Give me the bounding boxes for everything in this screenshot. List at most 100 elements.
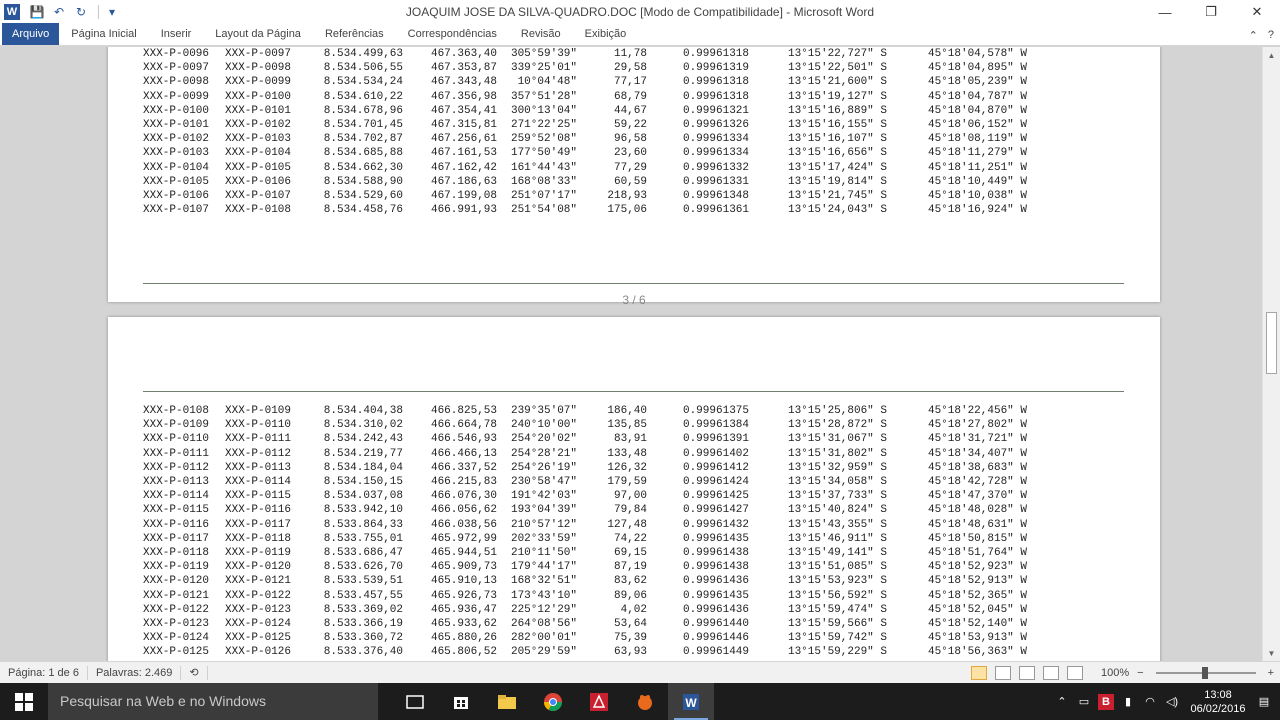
bitdefender-icon[interactable]: B [1098,693,1114,710]
coordinates-table-page-4: XXX-P-0108 XXX-P-0109 8.534.404,38 466.825,… [143,404,1027,660]
tab-layout-da-pagina[interactable]: Layout da Página [203,23,313,45]
zoom-in-icon[interactable]: + [1268,667,1274,679]
web-layout-view-button[interactable] [1018,666,1035,680]
table-cell: 305°59'39" [510,48,577,60]
tab-referencias[interactable]: Referências [313,23,396,45]
table-cell: 179,59 [607,476,647,489]
file-explorer-icon[interactable] [484,683,530,720]
word-count[interactable]: Palavras: 2.469 [88,665,182,680]
table-cell: 0.99961321 [682,104,749,117]
table-cell: 254°28'21" [510,447,577,460]
word-taskbar-icon[interactable]: W [668,683,714,720]
table-cell: 0.99961332 [682,161,749,174]
table-cell: 8.534.404,38 [323,405,403,417]
action-center-icon[interactable]: ▤ [1256,694,1272,710]
outline-view-button[interactable] [1042,666,1059,680]
save-icon[interactable]: 💾 [28,3,46,21]
task-view-icon[interactable] [392,683,438,720]
table-cell: 465.909,73 [430,561,497,574]
word-app-icon[interactable]: W [4,4,20,20]
proofing-icon[interactable]: ⟲ [181,665,208,680]
table-row: XXX-P-0104 XXX-P-0105 8.534.662,30 467.162,… [143,161,1027,175]
tab-exibicao[interactable]: Exibição [573,23,639,45]
table-cell: 205°29'59" [510,646,577,659]
table-cell: 465.936,47 [430,603,497,616]
table-cell: XXX-P-0119 [225,547,292,560]
wifi-icon[interactable]: ◠ [1142,694,1158,710]
table-cell: 13°15'24,043" S [787,204,887,217]
table-cell: XXX-P-0118 [225,532,292,545]
table-cell: 83,91 [613,433,647,446]
table-cell: 60,59 [613,175,647,188]
table-cell: 193°04'39" [510,504,577,517]
full-screen-reading-view-button[interactable] [994,666,1011,680]
help-icon[interactable]: ? [1268,29,1274,41]
vertical-scrollbar[interactable]: ▲ ▼ [1262,47,1280,661]
table-cell: 8.534.310,02 [323,419,403,432]
restore-icon[interactable]: ❐ [1188,0,1234,24]
table-cell: 191°42'03" [510,490,577,503]
store-icon[interactable] [438,683,484,720]
tab-arquivo[interactable]: Arquivo [2,23,60,45]
customize-qat-icon[interactable]: ▾ [103,3,121,21]
document-page-3[interactable]: XXX-P-0096 XXX-P-0097 8.534.499,63 467.363,… [108,47,1160,307]
chrome-icon[interactable] [530,683,576,720]
tab-inserir[interactable]: Inserir [149,23,204,45]
minimize-icon[interactable]: — [1142,0,1188,24]
volume-icon[interactable]: ◁) [1164,694,1180,710]
scroll-up-icon[interactable]: ▲ [1263,47,1280,63]
zoom-slider[interactable] [1155,667,1256,679]
start-button[interactable] [0,683,48,720]
redo-icon[interactable]: ↻ [72,3,90,21]
table-cell: XXX-P-0096 [143,48,210,60]
network-icon[interactable]: ▭ [1076,694,1092,710]
table-cell: 13°15'43,355" S [787,518,887,531]
table-cell: XXX-P-0105 [143,175,210,188]
table-cell: 0.99961318 [682,90,749,103]
zoom-slider-knob[interactable] [1201,667,1208,679]
table-cell: 8.534.506,55 [323,62,403,75]
table-cell: 218,93 [607,190,647,203]
table-cell: XXX-P-0121 [225,575,292,588]
table-cell: 45°18'05,239" W [927,76,1027,89]
quick-access-toolbar: W 💾 ↶ ↻ ▾ [0,0,125,24]
show-hidden-icons-icon[interactable]: ⌃ [1054,694,1070,710]
document-area[interactable]: XXX-P-0096 XXX-P-0097 8.534.499,63 467.363,… [0,47,1262,661]
zoom-out-icon[interactable]: − [1137,667,1143,679]
table-cell: XXX-P-0100 [225,90,292,103]
tab-revisao[interactable]: Revisão [509,23,573,45]
taskbar-search-box[interactable]: Pesquisar na Web e no Windows [48,683,378,720]
table-cell: XXX-P-0118 [143,547,210,560]
scroll-thumb[interactable] [1266,312,1277,374]
table-cell: XXX-P-0125 [143,646,210,659]
collapse-ribbon-icon[interactable]: ⌃ [1249,29,1258,42]
table-row: XXX-P-0118 XXX-P-0119 8.533.686,47 465.944,… [143,546,1027,560]
battery-icon[interactable]: ▮ [1120,694,1136,710]
table-cell: 45°18'50,815" W [927,532,1027,545]
draft-view-button[interactable] [1066,666,1083,680]
table-row: XXX-P-0102 XXX-P-0103 8.534.702,87 467.256,… [143,132,1027,146]
close-icon[interactable]: ✕ [1234,0,1280,24]
table-cell: 467.356,98 [430,90,497,103]
table-cell: 83,62 [613,575,647,588]
app-icon-orange[interactable] [622,683,668,720]
autocad-icon[interactable] [576,683,622,720]
print-layout-view-button[interactable] [970,666,987,680]
table-row: XXX-P-0122 XXX-P-0123 8.533.369,02 465.936,… [143,603,1027,617]
table-cell: XXX-P-0113 [225,461,292,474]
table-cell: 467.161,53 [430,147,497,160]
taskbar-clock[interactable]: 13:08 06/02/2016 [1186,688,1250,716]
scroll-down-icon[interactable]: ▼ [1263,645,1280,661]
table-cell: XXX-P-0126 [225,646,292,659]
tab-correspondencias[interactable]: Correspondências [396,23,509,45]
document-page-4[interactable]: XXX-P-0108 XXX-P-0109 8.534.404,38 466.825,… [108,317,1160,661]
undo-icon[interactable]: ↶ [50,3,68,21]
table-cell: 13°15'22,501" S [787,62,887,75]
table-row: XXX-P-0098 XXX-P-0099 8.534.534,24 467.343,… [143,75,1027,89]
clock-time: 13:08 [1204,688,1232,701]
tab-pagina-inicial[interactable]: Página Inicial [59,23,148,45]
zoom-level[interactable]: 100% [1101,667,1129,679]
table-cell: 467.186,63 [430,175,497,188]
table-cell: 8.534.534,24 [323,76,403,89]
page-indicator[interactable]: Página: 1 de 6 [0,665,88,680]
